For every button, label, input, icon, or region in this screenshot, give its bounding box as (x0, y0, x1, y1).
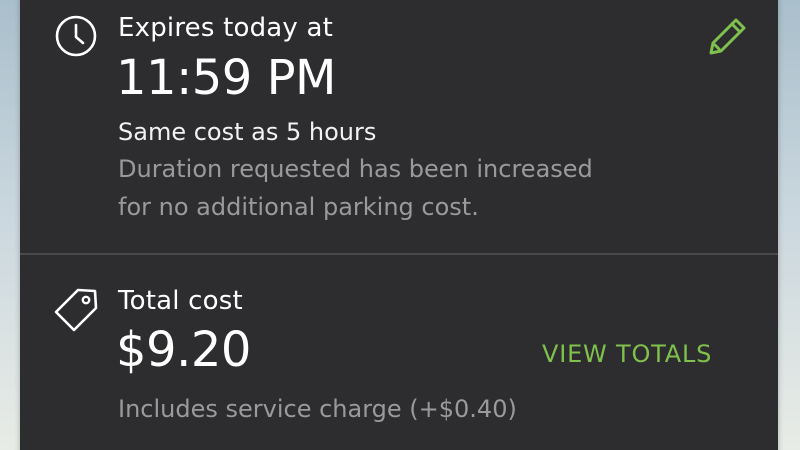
expires-label: Expires today at (118, 13, 333, 43)
duration-detail-line-2: for no additional parking cost. (118, 193, 479, 221)
clock-icon (55, 15, 97, 57)
cost-note: Same cost as 5 hours (118, 118, 377, 146)
price-tag-icon (54, 288, 98, 332)
pencil-icon[interactable] (706, 14, 750, 58)
expiry-time: 11:59 PM (116, 50, 336, 106)
view-totals-link[interactable]: VIEW TOTALS (542, 340, 712, 368)
total-cost-amount: $9.20 (116, 322, 251, 378)
parking-session-card: Expires today at 11:59 PM Same cost as 5… (20, 0, 778, 450)
section-divider (20, 253, 778, 255)
service-charge-note: Includes service charge (+$0.40) (118, 395, 517, 423)
total-cost-label: Total cost (118, 286, 243, 316)
duration-detail-line-1: Duration requested has been increased (118, 155, 593, 183)
